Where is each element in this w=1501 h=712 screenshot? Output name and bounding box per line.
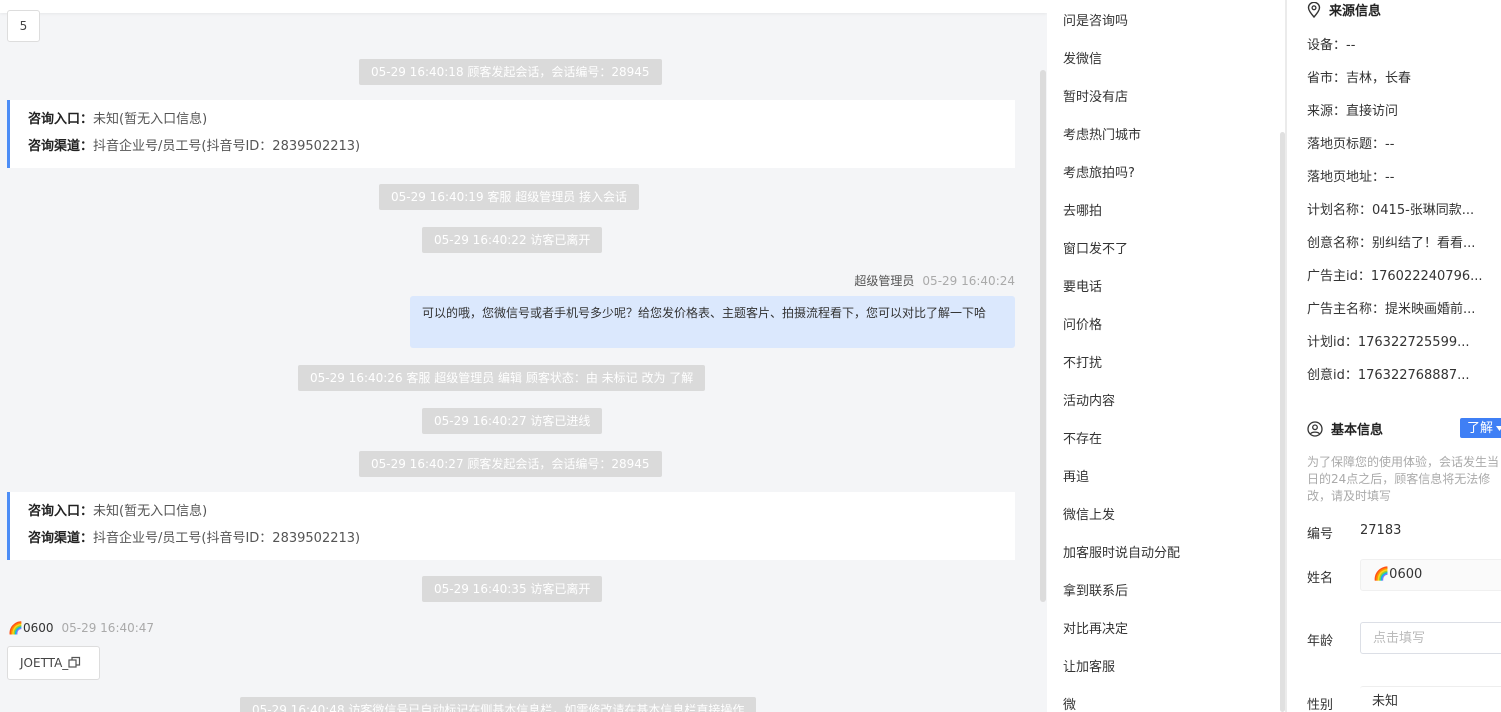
source-info-row: 计划名称：0415-张琳同款... bbox=[1307, 203, 1475, 218]
age-label: 年龄 bbox=[1307, 634, 1334, 649]
id-label: 编号 bbox=[1307, 527, 1334, 542]
quick-reply-item[interactable]: 考虑热门城市 bbox=[1063, 126, 1141, 146]
source-info-header: 来源信息 bbox=[1307, 0, 1381, 19]
customer-message-header: 🌈0600 05-29 16:40:47 bbox=[8, 621, 154, 635]
quick-reply-item[interactable]: 问价格 bbox=[1063, 316, 1102, 336]
quick-reply-item[interactable]: 拿到联系后 bbox=[1063, 582, 1128, 602]
id-value: 27183 bbox=[1360, 523, 1402, 538]
customer-message-time: 05-29 16:40:47 bbox=[61, 621, 155, 635]
source-info-row: 落地页地址：-- bbox=[1307, 170, 1395, 185]
quick-reply-item[interactable]: 暂时没有店 bbox=[1063, 88, 1128, 108]
system-event: 05-29 16:40:18 顾客发起会话，会话编号：28945 bbox=[359, 59, 662, 85]
edit-deadline-hint: 为了保障您的使用体验，会话发生当日的24点之后，顾客信息将无法修改，请及时填写 bbox=[1307, 455, 1500, 503]
customer-info-panel: 来源信息 设备：-- 省市：吉林，长春 来源：直接访问 落地页标题：-- 落地页… bbox=[1287, 0, 1501, 712]
quick-reply-item[interactable]: 活动内容 bbox=[1063, 392, 1115, 412]
gender-select[interactable]: 未知 bbox=[1360, 686, 1501, 712]
source-info-row: 计划id：176322725599... bbox=[1307, 335, 1470, 350]
consult-channel-value: 抖音企业号/员工号(抖音号ID：2839502213) bbox=[93, 139, 361, 154]
location-pin-icon bbox=[1307, 1, 1329, 19]
source-info-row: 设备：-- bbox=[1307, 38, 1356, 53]
system-event: 05-29 16:40:27 访客已进线 bbox=[422, 408, 603, 434]
consult-channel-label: 咨询渠道： bbox=[28, 531, 94, 546]
system-event: 05-29 16:40:48 访客微信号已自动标记在侧基本信息栏，如需修改请在基… bbox=[240, 697, 757, 712]
quick-reply-item[interactable]: 微信上发 bbox=[1063, 506, 1115, 526]
name-label: 姓名 bbox=[1307, 571, 1334, 586]
source-info-row: 来源：直接访问 bbox=[1307, 104, 1399, 119]
agent-message-bubble: 可以的哦，您微信号或者手机号多少呢？给您发价格表、主题客片、拍摄流程看下，您可以… bbox=[410, 296, 1015, 348]
source-info-row: 省市：吉林，长春 bbox=[1307, 71, 1412, 86]
consult-entry-value: 未知(暂无入口信息) bbox=[93, 504, 208, 519]
quick-reply-item[interactable]: 去哪拍 bbox=[1063, 202, 1102, 222]
user-circle-icon bbox=[1307, 421, 1331, 438]
copy-icon[interactable] bbox=[68, 649, 81, 681]
quick-reply-item[interactable]: 考虑旅拍吗? bbox=[1063, 164, 1135, 184]
consult-channel-value: 抖音企业号/员工号(抖音号ID：2839502213) bbox=[93, 531, 361, 546]
consult-info-card: 咨询入口：未知(暂无入口信息) 咨询渠道：抖音企业号/员工号(抖音号ID：283… bbox=[7, 100, 1015, 168]
source-info-row: 落地页标题：-- bbox=[1307, 137, 1395, 152]
system-event: 05-29 16:40:27 顾客发起会话，会话编号：28945 bbox=[359, 451, 662, 477]
consult-entry-value: 未知(暂无入口信息) bbox=[93, 112, 208, 127]
customer-message-bubble: JOETTA_ bbox=[7, 646, 100, 680]
source-info-row: 广告主名称：提米映画婚前... bbox=[1307, 302, 1476, 317]
message-page-counter[interactable]: 5 bbox=[7, 10, 40, 42]
system-event: 05-29 16:40:26 客服 超级管理员 编辑 顾客状态：由 未标记 改为… bbox=[298, 365, 706, 391]
source-info-row: 广告主id：176022240796... bbox=[1307, 269, 1483, 284]
chat-scrollbar[interactable] bbox=[1040, 70, 1046, 602]
chat-header-bar bbox=[0, 0, 1047, 13]
agent-message-header: 超级管理员 05-29 16:40:24 bbox=[854, 272, 1015, 289]
consult-entry-label: 咨询入口： bbox=[28, 112, 94, 127]
consult-entry-label: 咨询入口： bbox=[28, 504, 94, 519]
quick-reply-item[interactable]: 再追 bbox=[1063, 468, 1089, 488]
name-field[interactable]: 🌈0600 bbox=[1360, 559, 1501, 591]
system-event: 05-29 16:40:22 访客已离开 bbox=[422, 227, 603, 253]
customer-name: 🌈0600 bbox=[8, 621, 54, 635]
customer-status-dropdown[interactable]: 了解 bbox=[1460, 418, 1501, 438]
quick-reply-item[interactable]: 窗口发不了 bbox=[1063, 240, 1128, 260]
quick-reply-item[interactable]: 不打扰 bbox=[1063, 354, 1102, 374]
quick-reply-item[interactable]: 对比再决定 bbox=[1063, 620, 1128, 640]
customer-message-text: JOETTA_ bbox=[20, 656, 69, 670]
gender-label: 性别 bbox=[1307, 698, 1334, 712]
chat-panel: 5 05-29 16:40:18 顾客发起会话，会话编号：28945 咨询入口：… bbox=[0, 0, 1047, 712]
consult-info-card: 咨询入口：未知(暂无入口信息) 咨询渠道：抖音企业号/员工号(抖音号ID：283… bbox=[7, 492, 1015, 560]
basic-info-header: 基本信息 bbox=[1307, 419, 1383, 438]
quick-reply-item[interactable]: 要电话 bbox=[1063, 278, 1102, 298]
customer-status-value: 了解 bbox=[1467, 421, 1494, 436]
system-event: 05-29 16:40:35 访客已离开 bbox=[422, 576, 603, 602]
system-event: 05-29 16:40:19 客服 超级管理员 接入会话 bbox=[379, 184, 640, 210]
quick-reply-item[interactable]: 不存在 bbox=[1063, 430, 1102, 450]
agent-message-time: 05-29 16:40:24 bbox=[922, 274, 1015, 288]
source-info-title: 来源信息 bbox=[1329, 4, 1382, 19]
source-info-row: 创意名称：别纠结了！看看... bbox=[1307, 236, 1476, 251]
age-input[interactable] bbox=[1360, 622, 1501, 654]
quick-reply-item[interactable]: 发微信 bbox=[1063, 50, 1102, 70]
chevron-down-icon bbox=[1496, 418, 1501, 438]
quick-reply-item[interactable]: 微 bbox=[1063, 696, 1076, 712]
quick-reply-item[interactable]: 让加客服 bbox=[1063, 658, 1115, 678]
quick-reply-list: 问是咨询吗 发微信 暂时没有店 考虑热门城市 考虑旅拍吗? 去哪拍 窗口发不了 … bbox=[1047, 0, 1285, 712]
quick-reply-item[interactable]: 问是咨询吗 bbox=[1063, 12, 1128, 32]
agent-name: 超级管理员 bbox=[854, 274, 915, 288]
basic-info-title: 基本信息 bbox=[1331, 423, 1384, 438]
source-info-row: 创意id：176322768887... bbox=[1307, 368, 1470, 383]
consult-channel-label: 咨询渠道： bbox=[28, 139, 94, 154]
quick-reply-item[interactable]: 加客服时说自动分配 bbox=[1063, 544, 1180, 564]
